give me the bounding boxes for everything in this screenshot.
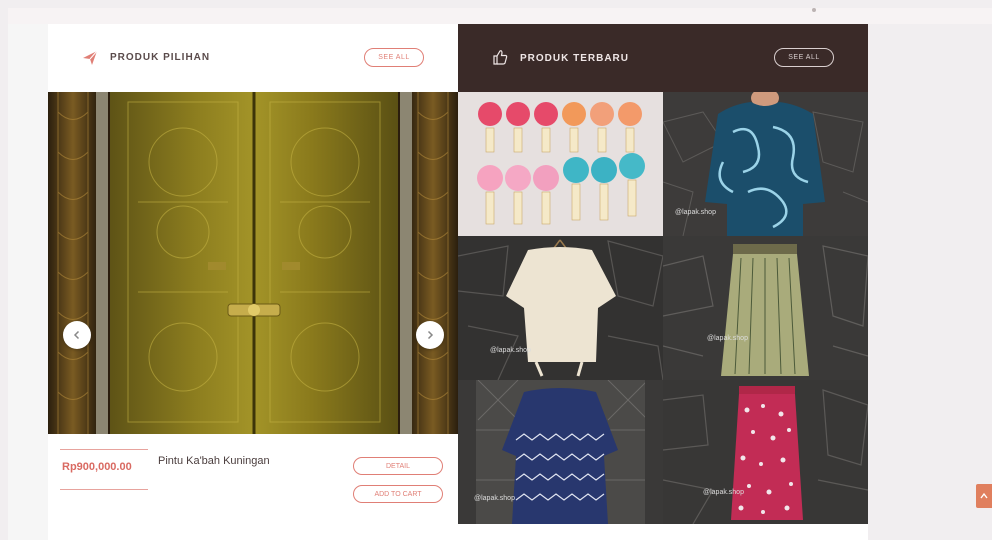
chevron-up-icon [980, 492, 988, 499]
product-tile-pompom-earrings[interactable] [458, 92, 663, 236]
price-divider-top [60, 449, 148, 450]
green-skirt-image: @lapak.shop [663, 236, 868, 380]
batik-top-image: @lapak.shop [663, 92, 868, 236]
watermark-text: @lapak.shop [707, 335, 748, 342]
add-to-cart-button[interactable]: ADD TO CART [353, 485, 443, 503]
price-divider-bottom [60, 489, 148, 490]
scroll-top-button[interactable] [976, 484, 992, 508]
watermark-text: @lapak.shop [675, 209, 716, 216]
detail-button[interactable]: DETAIL [353, 457, 443, 475]
zigzag-dress-image: @lapak.shop [458, 380, 663, 524]
latest-title: PRODUK TERBARU [520, 53, 629, 64]
product-tile-green-skirt[interactable]: @lapak.shop [663, 236, 868, 380]
product-tile-cream-blouse[interactable]: @lapak.shop [458, 236, 663, 380]
latest-products-panel: PRODUK TERBARU SEE ALL @lapak.shop @lapa… [458, 24, 868, 540]
carousel-next-button[interactable] [416, 321, 444, 349]
floral-skirt-image: @lapak.shop [663, 380, 868, 524]
watermark-text: @lapak.shop [703, 489, 744, 496]
paper-plane-icon [83, 50, 98, 65]
watermark-text: @lapak.shop [474, 495, 515, 502]
watermark-text: @lapak.shop [490, 347, 531, 354]
featured-carousel[interactable] [48, 92, 458, 434]
product-tile-floral-skirt[interactable]: @lapak.shop [663, 380, 868, 524]
decorative-dot [812, 8, 816, 12]
kaaba-door-image [48, 92, 458, 434]
latest-see-all-button[interactable]: SEE ALL [774, 48, 834, 67]
chevron-left-icon [73, 330, 80, 340]
featured-header: PRODUK PILIHAN SEE ALL [48, 24, 458, 92]
thumbs-up-icon [493, 50, 508, 65]
latest-products-grid: @lapak.shop @lapak.shop @lapak.shop @lap… [458, 92, 868, 524]
product-name[interactable]: Pintu Ka'bah Kuningan [158, 455, 270, 467]
featured-product-panel: PRODUK PILIHAN SEE ALL Rp900,000.00 Pint… [48, 24, 458, 540]
product-price: Rp900,000.00 [62, 461, 132, 473]
top-strip [8, 8, 992, 24]
latest-header: PRODUK TERBARU SEE ALL [458, 24, 868, 92]
featured-see-all-button[interactable]: SEE ALL [364, 48, 424, 67]
featured-title: PRODUK PILIHAN [110, 52, 211, 63]
cream-blouse-image: @lapak.shop [458, 236, 663, 380]
chevron-right-icon [427, 330, 434, 340]
left-margin [8, 24, 48, 540]
carousel-prev-button[interactable] [63, 321, 91, 349]
pompom-earrings-image [458, 92, 663, 236]
product-tile-zigzag-dress[interactable]: @lapak.shop [458, 380, 663, 524]
product-tile-batik-top[interactable]: @lapak.shop [663, 92, 868, 236]
